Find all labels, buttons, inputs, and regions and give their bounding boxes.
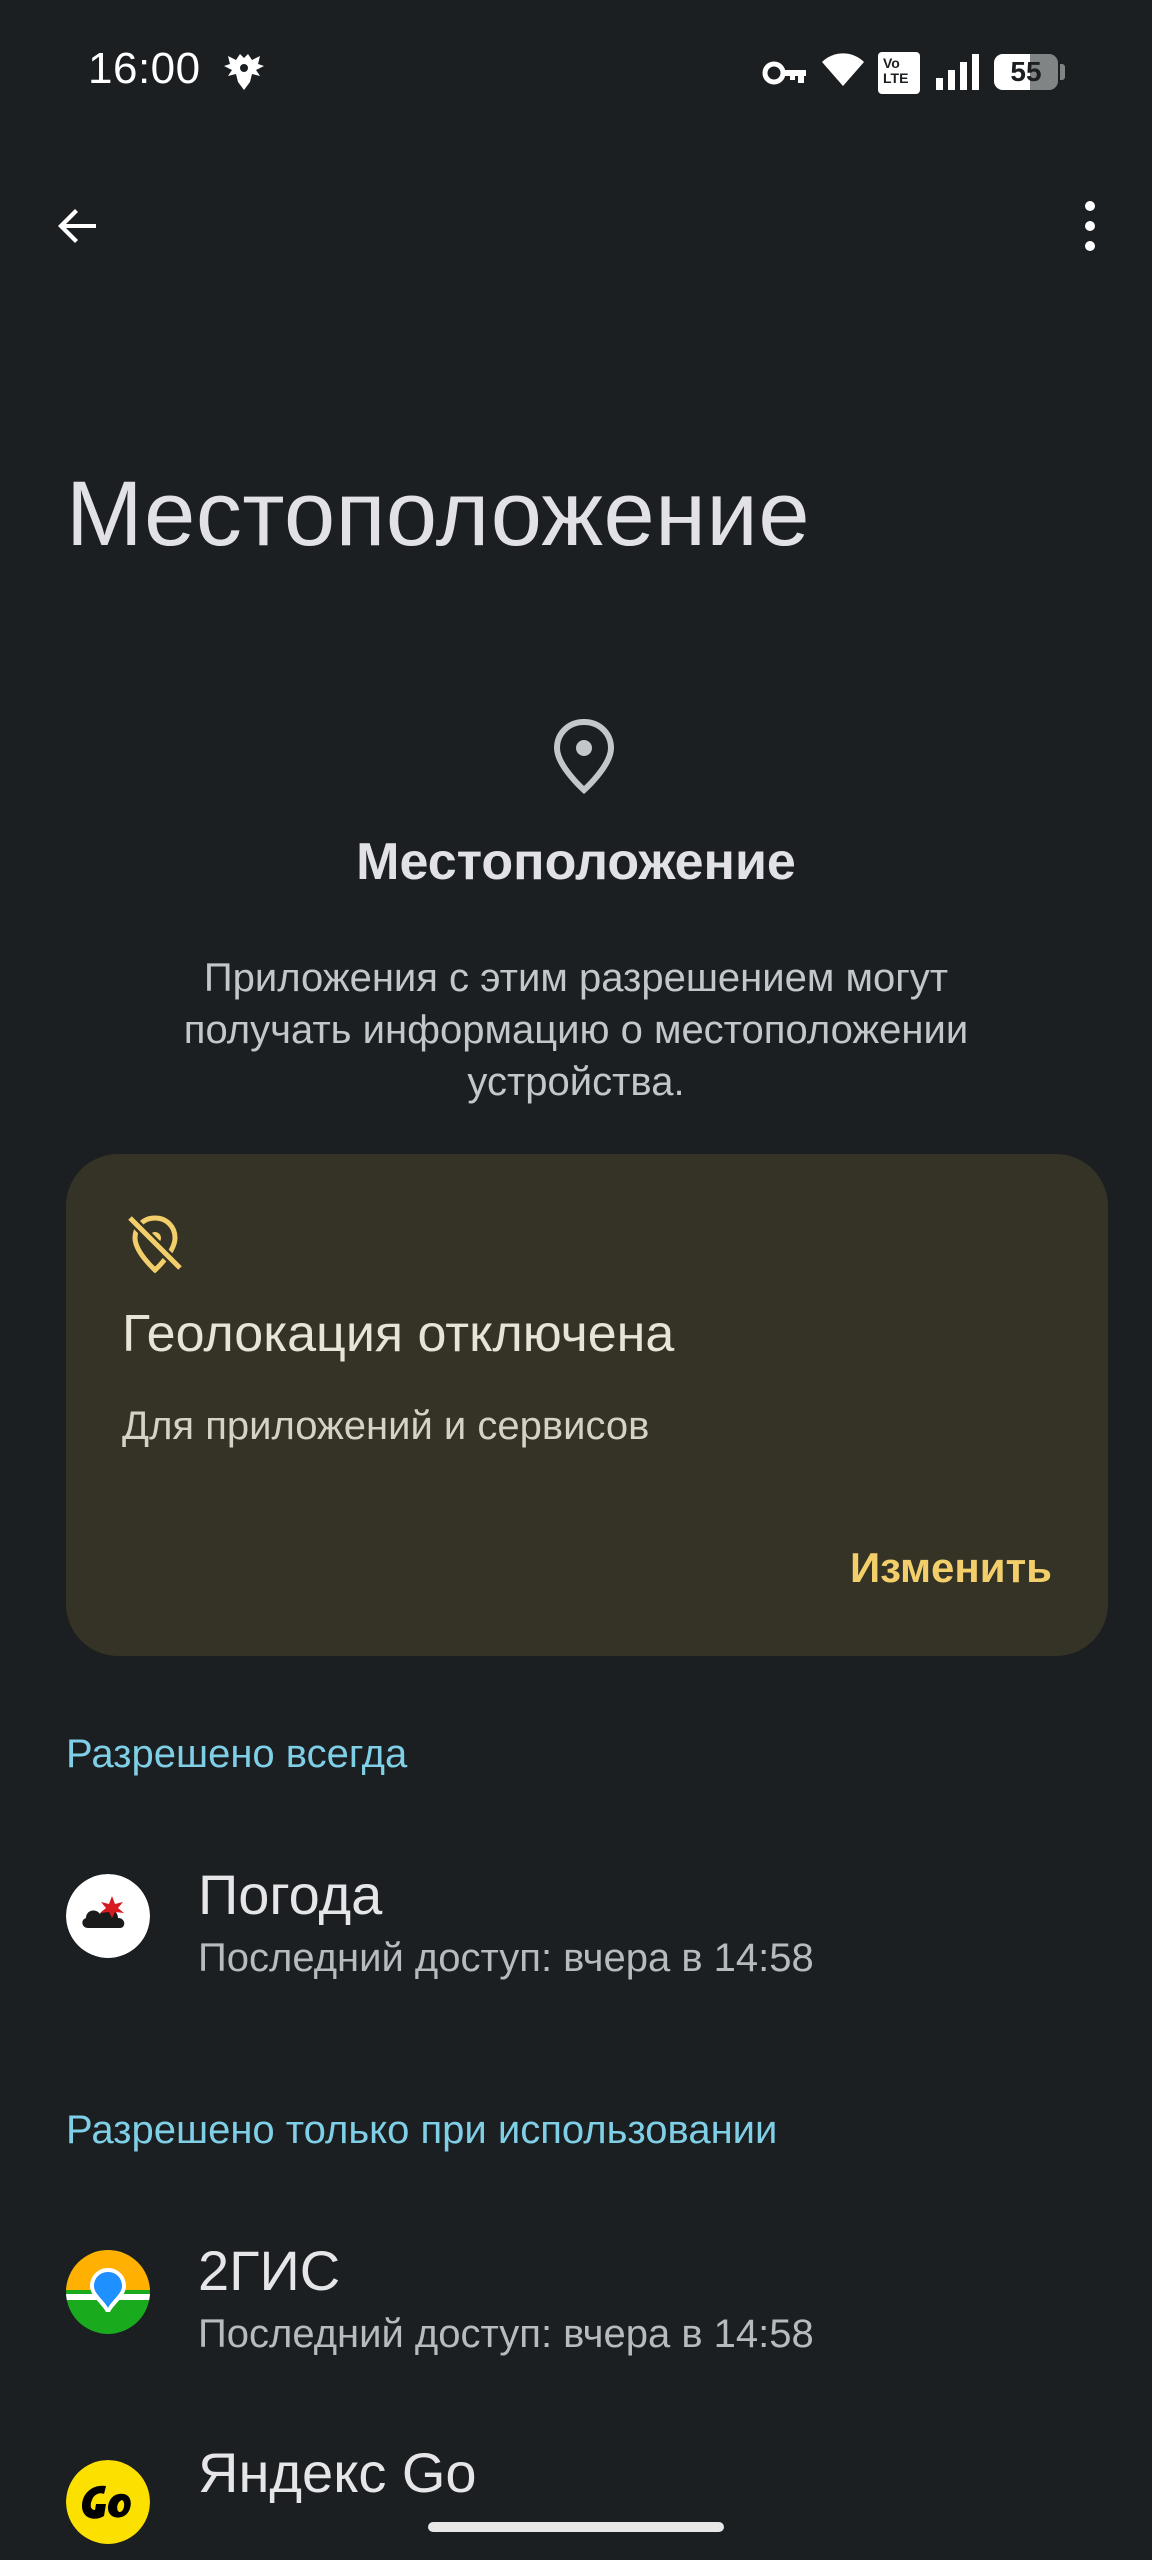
permission-heading: Местоположение (356, 833, 796, 891)
battery-icon: 55 (994, 52, 1066, 92)
card-subtitle: Для приложений и сервисов (122, 1404, 650, 1448)
volte-label-bottom: LTE (883, 70, 909, 86)
section-label-while-in-use: Разрешено только при использовании (66, 2108, 778, 2152)
signal-icon (936, 54, 979, 90)
2gis-app-icon (66, 2250, 150, 2334)
more-vert-icon (1085, 201, 1095, 251)
yandex-go-app-icon (66, 2460, 150, 2544)
app-last-access: Последний доступ: вчера в 14:58 (198, 2312, 814, 2356)
app-name: Погода (198, 1863, 383, 1926)
wifi-icon (822, 53, 864, 86)
eagle-icon (224, 54, 264, 90)
app-last-access: Последний доступ: вчера в 14:58 (198, 1936, 814, 1980)
volte-icon: Vo LTE (878, 52, 920, 94)
vpn-key-icon (762, 61, 806, 85)
battery-level: 55 (1010, 56, 1042, 87)
app-row-weather[interactable]: Погода Последний доступ: вчера в 14:58 (0, 1840, 1152, 2000)
location-permission-screen: 16:00 Vo LTE 55 Местоположение Местополо… (0, 0, 1152, 2560)
app-row-2gis[interactable]: 2ГИС Последний доступ: вчера в 14:58 (0, 2216, 1152, 2376)
location-disabled-card: Геолокация отключена Для приложений и се… (66, 1154, 1108, 1656)
change-button[interactable]: Изменить (850, 1544, 1052, 1592)
app-name: Яндекс Go (198, 2441, 477, 2504)
status-time: 16:00 (88, 44, 201, 93)
more-options-button[interactable] (1062, 188, 1118, 264)
app-row-yandex-go[interactable]: Яндекс Go (0, 2430, 1152, 2560)
page-title: Местоположение (66, 463, 810, 565)
card-title: Геолокация отключена (122, 1305, 675, 1363)
permission-description: Приложения с этим разрешением могут полу… (183, 956, 969, 1104)
app-name: 2ГИС (198, 2239, 341, 2302)
location-off-icon (126, 1214, 184, 1274)
weather-app-icon (66, 1874, 150, 1958)
section-label-always: Разрешено всегда (66, 1732, 408, 1776)
status-bar: 16:00 Vo LTE 55 (0, 0, 1152, 150)
location-pin-icon (553, 718, 615, 795)
home-indicator[interactable] (428, 2522, 724, 2532)
volte-label-top: Vo (883, 55, 900, 71)
arrow-back-icon (58, 209, 96, 243)
back-button[interactable] (40, 188, 116, 264)
